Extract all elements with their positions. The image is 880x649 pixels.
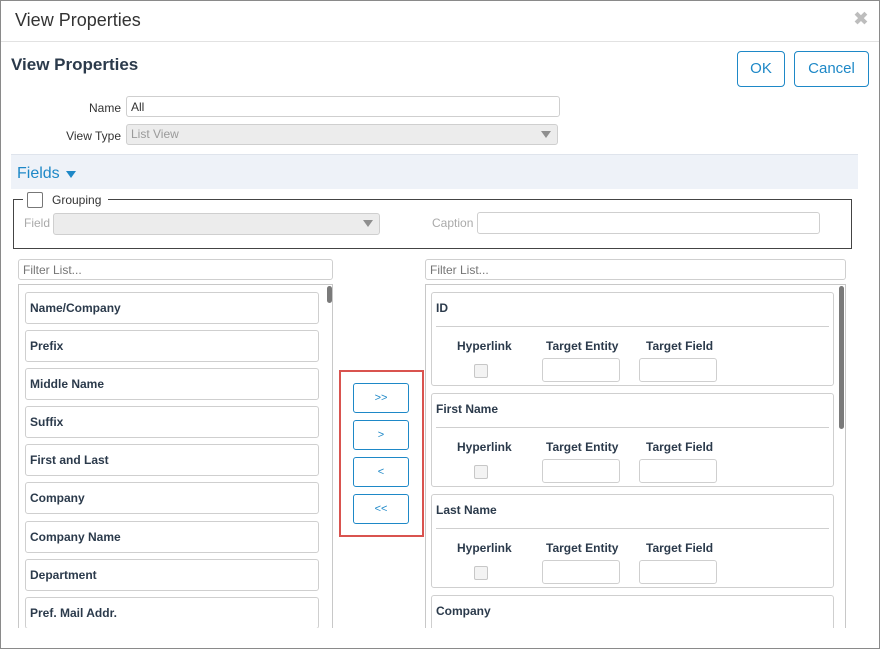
ok-button[interactable]: OK	[737, 51, 785, 87]
target-entity-label: Target Entity	[546, 339, 619, 353]
hyperlink-label: Hyperlink	[457, 541, 512, 555]
field-name: Company	[436, 604, 491, 618]
list-item[interactable]: Name/Company	[25, 292, 319, 324]
selected-scrollbar[interactable]	[839, 286, 844, 429]
add-button[interactable]: >	[353, 420, 409, 450]
available-filter-input[interactable]	[18, 259, 333, 280]
target-entity-input[interactable]	[542, 560, 620, 584]
view-properties-dialog: View Properties ✖ View Properties OK Can…	[0, 0, 880, 649]
list-item[interactable]: Suffix	[25, 406, 319, 438]
fields-section-header[interactable]: Fields	[11, 154, 858, 189]
dialog-titlebar: View Properties ✖	[1, 1, 879, 42]
available-fields-list[interactable]: Name/Company Prefix Middle Name Suffix F…	[18, 284, 333, 628]
chevron-down-icon	[541, 131, 551, 138]
selected-fields-list[interactable]: ID Hyperlink Target Entity Target Field …	[425, 284, 846, 628]
target-entity-input[interactable]	[542, 459, 620, 483]
list-item[interactable]: Company	[25, 482, 319, 514]
view-type-select[interactable]: List View	[126, 124, 558, 145]
name-field[interactable]	[126, 96, 560, 117]
list-item[interactable]: Company Name	[25, 521, 319, 553]
hyperlink-label: Hyperlink	[457, 440, 512, 454]
list-item[interactable]: Middle Name	[25, 368, 319, 400]
divider	[436, 528, 829, 529]
grouping-checkbox[interactable]	[27, 192, 43, 208]
target-field-input[interactable]	[639, 459, 717, 483]
target-field-label: Target Field	[646, 541, 714, 555]
field-name: First Name	[436, 402, 499, 416]
list-item[interactable]: Company	[431, 595, 834, 628]
remove-button[interactable]: <	[353, 457, 409, 487]
list-item[interactable]: ID Hyperlink Target Entity Target Field	[431, 292, 834, 386]
grouping-field-select[interactable]	[53, 213, 380, 235]
grouping-field-label: Field	[24, 216, 51, 230]
grouping-caption-field[interactable]	[477, 212, 820, 234]
remove-all-button[interactable]: <<	[353, 494, 409, 524]
list-item[interactable]: Pref. Mail Addr.	[25, 597, 319, 628]
divider	[436, 326, 829, 327]
view-type-label: View Type	[66, 129, 121, 143]
field-name: Last Name	[436, 503, 497, 517]
target-field-label: Target Field	[646, 339, 714, 353]
field-name: ID	[436, 301, 448, 315]
fields-section-label: Fields	[17, 165, 60, 182]
hyperlink-checkbox[interactable]	[474, 465, 488, 479]
target-field-input[interactable]	[639, 560, 717, 584]
grouping-label: Grouping	[52, 193, 102, 207]
hyperlink-checkbox[interactable]	[474, 566, 488, 580]
hyperlink-label: Hyperlink	[457, 339, 512, 353]
list-item[interactable]: Prefix	[25, 330, 319, 362]
divider	[436, 427, 829, 428]
chevron-down-icon	[363, 220, 373, 227]
list-item[interactable]: First Name Hyperlink Target Entity Targe…	[431, 393, 834, 487]
target-entity-label: Target Entity	[546, 440, 619, 454]
add-all-button[interactable]: >>	[353, 383, 409, 413]
move-buttons-group: >> > < <<	[339, 370, 424, 537]
hyperlink-checkbox[interactable]	[474, 364, 488, 378]
list-item[interactable]: First and Last	[25, 444, 319, 476]
page-title: View Properties	[11, 55, 139, 74]
name-label: Name	[88, 101, 121, 115]
target-field-input[interactable]	[639, 358, 717, 382]
dialog-title: View Properties	[15, 10, 141, 30]
list-item[interactable]: Department	[25, 559, 319, 591]
target-entity-label: Target Entity	[546, 541, 619, 555]
target-field-label: Target Field	[646, 440, 714, 454]
cancel-button[interactable]: Cancel	[794, 51, 869, 87]
available-scrollbar[interactable]	[327, 286, 332, 303]
grouping-caption-label: Caption	[432, 216, 474, 230]
selected-filter-input[interactable]	[425, 259, 846, 280]
list-item[interactable]: Last Name Hyperlink Target Entity Target…	[431, 494, 834, 588]
target-entity-input[interactable]	[542, 358, 620, 382]
view-type-value: List View	[131, 127, 179, 141]
caret-down-icon	[66, 171, 76, 178]
close-icon[interactable]: ✖	[853, 10, 869, 29]
